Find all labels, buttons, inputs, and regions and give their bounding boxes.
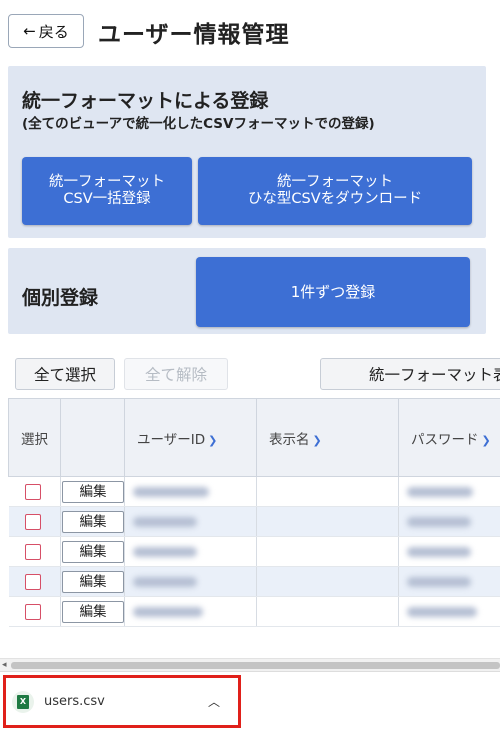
blurred-user-id <box>133 516 197 527</box>
column-header-display-name[interactable]: 表示名 ❯ <box>256 398 399 477</box>
edit-button[interactable]: 編集 <box>62 570 124 593</box>
chevron-up-icon[interactable]: ︿ <box>208 693 220 710</box>
row-checkbox[interactable] <box>24 603 41 620</box>
chevron-down-icon[interactable]: ❯ <box>208 434 217 447</box>
blurred-user-id <box>133 576 197 587</box>
download-template-csv-button[interactable]: 統一フォーマット ひな型CSVをダウンロード <box>198 157 472 225</box>
unified-registration-subtitle: (全てのビューアで統一化したCSVフォーマットでの登録) <box>22 116 375 132</box>
edit-button[interactable]: 編集 <box>62 480 124 503</box>
back-button[interactable]: ← 戻る <box>8 14 84 48</box>
page-header: ← 戻る ユーザー情報管理 <box>0 0 500 66</box>
download-bar: X users.csv ︿ <box>0 671 500 730</box>
scrollbar-thumb[interactable] <box>11 662 500 669</box>
table-header-row: 選択 ユーザーID ❯ 表示名 ❯ パスワード ❯ <box>8 398 500 477</box>
blurred-password <box>407 576 471 587</box>
blurred-password <box>407 486 473 497</box>
back-button-label: 戻る <box>38 22 69 41</box>
left-arrow-icon: ← <box>23 22 36 40</box>
table-row: 編集 <box>8 476 500 507</box>
register-one-button[interactable]: 1件ずつ登録 <box>196 257 470 327</box>
individual-registration-panel: 個別登録 1件ずつ登録 <box>8 248 486 334</box>
chevron-down-icon[interactable]: ❯ <box>482 434 491 447</box>
blurred-user-id <box>133 486 209 497</box>
edit-button[interactable]: 編集 <box>62 540 124 563</box>
table-row: 編集 <box>8 536 500 567</box>
row-checkbox[interactable] <box>24 543 41 560</box>
download-item[interactable]: X users.csv ︿ <box>3 675 241 728</box>
deselect-all-button[interactable]: 全て解除 <box>124 358 228 390</box>
unified-format-display-button[interactable]: 統一フォーマット表 <box>320 358 500 390</box>
edit-button[interactable]: 編集 <box>62 600 124 623</box>
table-row: 編集 <box>8 596 500 627</box>
unified-registration-title: 統一フォーマットによる登録 <box>22 90 269 112</box>
unified-registration-panel: 統一フォーマットによる登録 (全てのビューアで統一化したCSVフォーマットでの登… <box>8 66 486 238</box>
select-all-button[interactable]: 全て選択 <box>15 358 115 390</box>
column-header-password[interactable]: パスワード ❯ <box>398 398 500 477</box>
column-header-user-id[interactable]: ユーザーID ❯ <box>124 398 257 477</box>
page-title: ユーザー情報管理 <box>98 22 290 48</box>
blurred-user-id <box>133 546 197 557</box>
table-row: 編集 <box>8 566 500 597</box>
blurred-user-id <box>133 606 203 617</box>
horizontal-scrollbar[interactable]: ◂ <box>0 658 500 671</box>
excel-file-icon: X <box>12 690 34 713</box>
row-checkbox[interactable] <box>24 573 41 590</box>
chevron-down-icon[interactable]: ❯ <box>313 434 322 447</box>
row-checkbox[interactable] <box>24 513 41 530</box>
individual-registration-title: 個別登録 <box>22 287 99 309</box>
column-header-edit <box>60 398 125 477</box>
csv-bulk-register-button[interactable]: 統一フォーマット CSV一括登録 <box>22 157 192 225</box>
table-row: 編集 <box>8 506 500 537</box>
blurred-password <box>407 606 477 617</box>
user-table-container[interactable]: 選択 ユーザーID ❯ 表示名 ❯ パスワード ❯ 編集 編集 編集 編集 編集 <box>8 398 500 656</box>
download-filename: users.csv <box>44 694 105 709</box>
scroll-left-icon[interactable]: ◂ <box>2 660 7 670</box>
user-table: 選択 ユーザーID ❯ 表示名 ❯ パスワード ❯ 編集 編集 編集 編集 編集 <box>8 398 500 627</box>
row-checkbox[interactable] <box>24 483 41 500</box>
blurred-password <box>407 546 471 557</box>
column-header-select: 選択 <box>8 398 61 477</box>
edit-button[interactable]: 編集 <box>62 510 124 533</box>
blurred-password <box>407 516 471 527</box>
